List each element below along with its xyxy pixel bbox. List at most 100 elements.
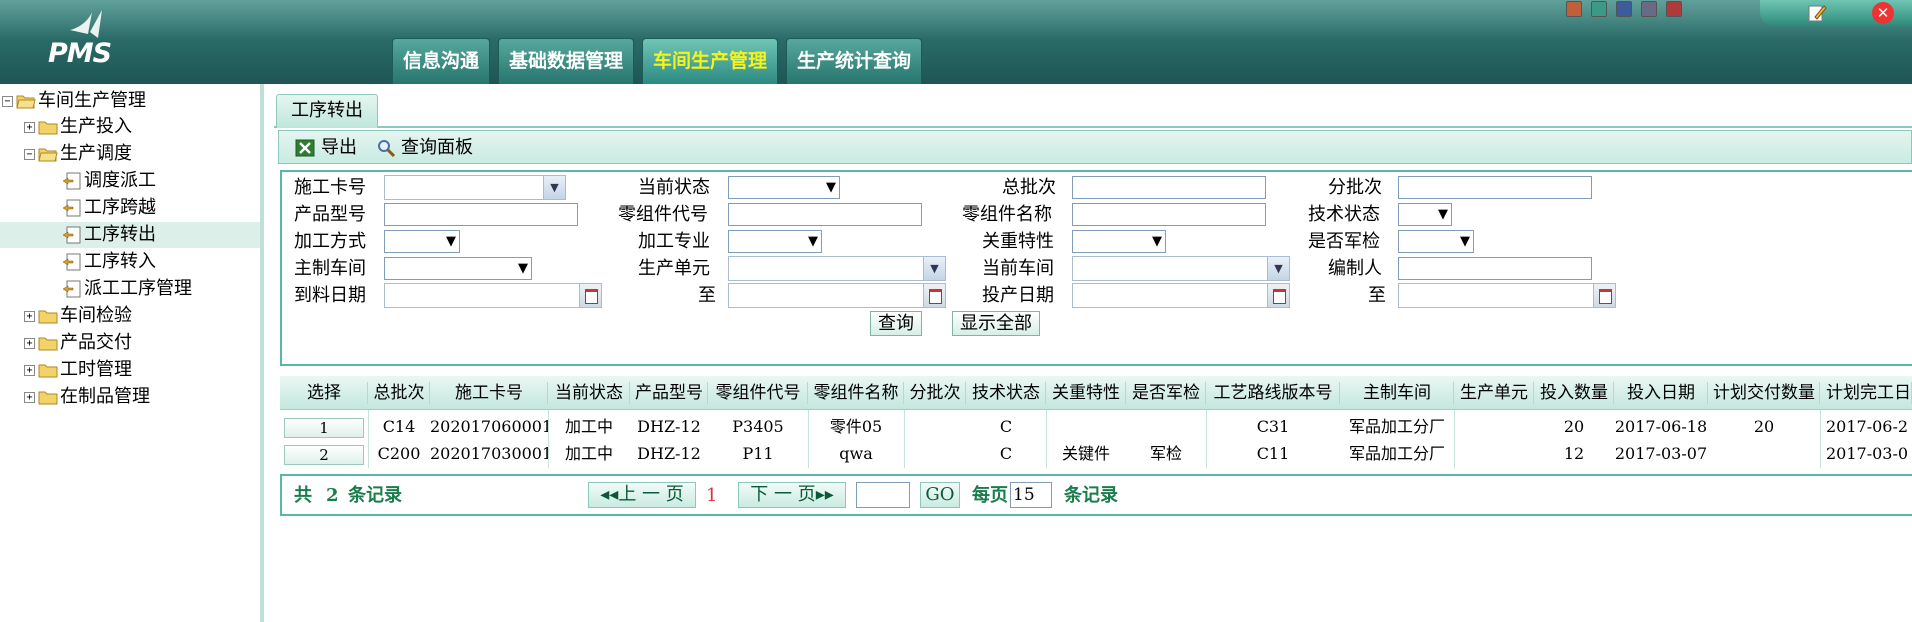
- process-mode-select[interactable]: ▼: [384, 230, 460, 253]
- tree-item-dispatch-process-mgmt[interactable]: 派工工序管理: [62, 276, 192, 302]
- content-tab-strip: 工序转出: [274, 90, 1912, 128]
- col-header[interactable]: 施工卡号: [430, 376, 548, 410]
- cell: 2017-03-07: [1614, 444, 1708, 463]
- cell: C14: [382, 417, 416, 436]
- expand-toggle-icon[interactable]: +: [24, 364, 35, 376]
- col-header[interactable]: 选择: [280, 376, 368, 410]
- start-date-to[interactable]: [1398, 283, 1616, 308]
- tech-status-select[interactable]: ▼: [1398, 203, 1452, 226]
- chevron-down-icon[interactable]: ▼: [923, 257, 945, 280]
- col-header[interactable]: 是否军检: [1126, 376, 1206, 410]
- select-row-button[interactable]: 2: [284, 445, 364, 465]
- col-header[interactable]: 投入日期: [1614, 376, 1708, 410]
- cell: 202017060001: [430, 417, 548, 436]
- col-header[interactable]: 工艺路线版本号: [1206, 376, 1340, 410]
- tree-item-label: 产品交付: [60, 332, 132, 353]
- expand-toggle-icon[interactable]: +: [24, 121, 35, 133]
- sub-batch-input[interactable]: [1398, 176, 1592, 199]
- total-batch-input[interactable]: [1072, 176, 1266, 199]
- query-button[interactable]: 查询: [870, 311, 922, 336]
- cell: [1126, 414, 1206, 440]
- col-header[interactable]: 投入数量: [1534, 376, 1614, 410]
- close-icon[interactable]: ✕: [1872, 2, 1894, 24]
- tree-item-dispatch-work[interactable]: 调度派工: [62, 168, 156, 194]
- key-feature-select[interactable]: ▼: [1072, 230, 1166, 253]
- col-header[interactable]: 总批次: [368, 376, 430, 410]
- arrival-date-from[interactable]: [384, 283, 602, 308]
- collapse-toggle-icon[interactable]: −: [24, 148, 35, 160]
- tab-info-communication[interactable]: 信息沟通: [392, 38, 491, 84]
- expand-toggle-icon[interactable]: +: [24, 391, 35, 403]
- theme-orange-button[interactable]: [1566, 1, 1582, 17]
- chevron-down-icon[interactable]: ▼: [543, 176, 565, 199]
- current-workshop-combo[interactable]: ▼: [1072, 256, 1290, 281]
- tab-basic-data[interactable]: 基础数据管理: [498, 38, 635, 84]
- col-header[interactable]: 零组件名称: [808, 376, 904, 410]
- tab-workshop-production[interactable]: 车间生产管理: [642, 38, 779, 84]
- tree-item-workshop-production[interactable]: − 车间生产管理: [2, 88, 146, 114]
- author-input[interactable]: [1398, 257, 1592, 280]
- tree-item-process-transfer-in[interactable]: 工序转入: [62, 249, 156, 275]
- col-header[interactable]: 关重特性: [1046, 376, 1126, 410]
- table-row[interactable]: 2 C200 202017030001 加工中 DHZ-12 P11 qwa C…: [280, 441, 1912, 467]
- part-name-input[interactable]: [1072, 203, 1266, 226]
- tree-item-production-input[interactable]: + 生产投入: [24, 114, 132, 140]
- collapse-toggle-icon[interactable]: −: [2, 95, 13, 107]
- theme-gray-button[interactable]: [1641, 1, 1657, 17]
- go-button[interactable]: GO: [920, 482, 960, 508]
- product-model-input[interactable]: [384, 203, 578, 226]
- col-header[interactable]: 生产单元: [1454, 376, 1534, 410]
- select-row-button[interactable]: 1: [284, 418, 364, 438]
- col-header[interactable]: 计划交付数量: [1708, 376, 1820, 410]
- col-header[interactable]: 主制车间: [1340, 376, 1454, 410]
- calendar-icon[interactable]: [1267, 284, 1289, 307]
- calendar-icon[interactable]: [1593, 284, 1615, 307]
- tree-item-production-dispatch[interactable]: − 生产调度: [24, 141, 132, 167]
- chevron-down-icon[interactable]: ▼: [1267, 257, 1289, 280]
- col-header[interactable]: 分批次: [904, 376, 966, 410]
- theme-teal-button[interactable]: [1591, 1, 1607, 17]
- main-workshop-select[interactable]: ▼: [384, 257, 532, 280]
- start-date-from[interactable]: [1072, 283, 1290, 308]
- per-page-input[interactable]: 15: [1010, 482, 1052, 508]
- tree-item-process-transfer-out[interactable]: 工序转出: [0, 222, 260, 248]
- tree-item-wip-management[interactable]: + 在制品管理: [24, 384, 150, 410]
- process-major-select[interactable]: ▼: [728, 230, 822, 253]
- per-page-prefix: 每页: [972, 485, 1008, 506]
- tree-item-work-hours[interactable]: + 工时管理: [24, 357, 132, 383]
- col-header[interactable]: 计划完工日: [1820, 376, 1912, 410]
- tech-status-label: 技术状态: [1308, 204, 1380, 225]
- calendar-icon[interactable]: [923, 284, 945, 307]
- theme-blue-button[interactable]: [1616, 1, 1632, 17]
- total-batch-label: 总批次: [1002, 177, 1056, 198]
- edit-icon[interactable]: [1806, 2, 1828, 24]
- part-code-input[interactable]: [728, 203, 922, 226]
- arrival-date-to[interactable]: [728, 283, 946, 308]
- current-status-select[interactable]: ▼: [728, 176, 840, 199]
- calendar-icon[interactable]: [579, 284, 601, 307]
- expand-toggle-icon[interactable]: +: [24, 337, 35, 349]
- tree-item-process-skip[interactable]: 工序跨越: [62, 195, 156, 221]
- tab-process-transfer-out[interactable]: 工序转出: [276, 94, 378, 128]
- export-button[interactable]: 导出: [295, 136, 357, 160]
- next-page-button[interactable]: 下 一 页▸▸: [738, 482, 846, 508]
- show-all-button[interactable]: 显示全部: [952, 311, 1040, 336]
- col-header[interactable]: 当前状态: [548, 376, 630, 410]
- military-check-select[interactable]: ▼: [1398, 230, 1474, 253]
- col-header[interactable]: 技术状态: [966, 376, 1046, 410]
- col-header[interactable]: 零组件代号: [708, 376, 808, 410]
- tree-item-product-delivery[interactable]: + 产品交付: [24, 330, 132, 356]
- prod-unit-combo[interactable]: ▼: [728, 256, 946, 281]
- tree-item-label: 生产投入: [60, 116, 132, 137]
- prev-page-button[interactable]: ◂◂上 一 页: [588, 482, 696, 508]
- table-row[interactable]: 1 C14 202017060001 加工中 DHZ-12 P3405 零件05…: [280, 414, 1912, 440]
- chevron-down-icon: ▼: [1460, 234, 1470, 249]
- query-panel-button[interactable]: 查询面板: [377, 136, 473, 160]
- card-no-combo[interactable]: ▼: [384, 175, 566, 200]
- tree-item-workshop-inspection[interactable]: + 车间检验: [24, 303, 132, 329]
- col-header[interactable]: 产品型号: [630, 376, 708, 410]
- expand-toggle-icon[interactable]: +: [24, 310, 35, 322]
- page-number-input[interactable]: [856, 482, 910, 508]
- tab-production-statistics[interactable]: 生产统计查询: [786, 38, 923, 84]
- theme-red-button[interactable]: [1666, 1, 1682, 17]
